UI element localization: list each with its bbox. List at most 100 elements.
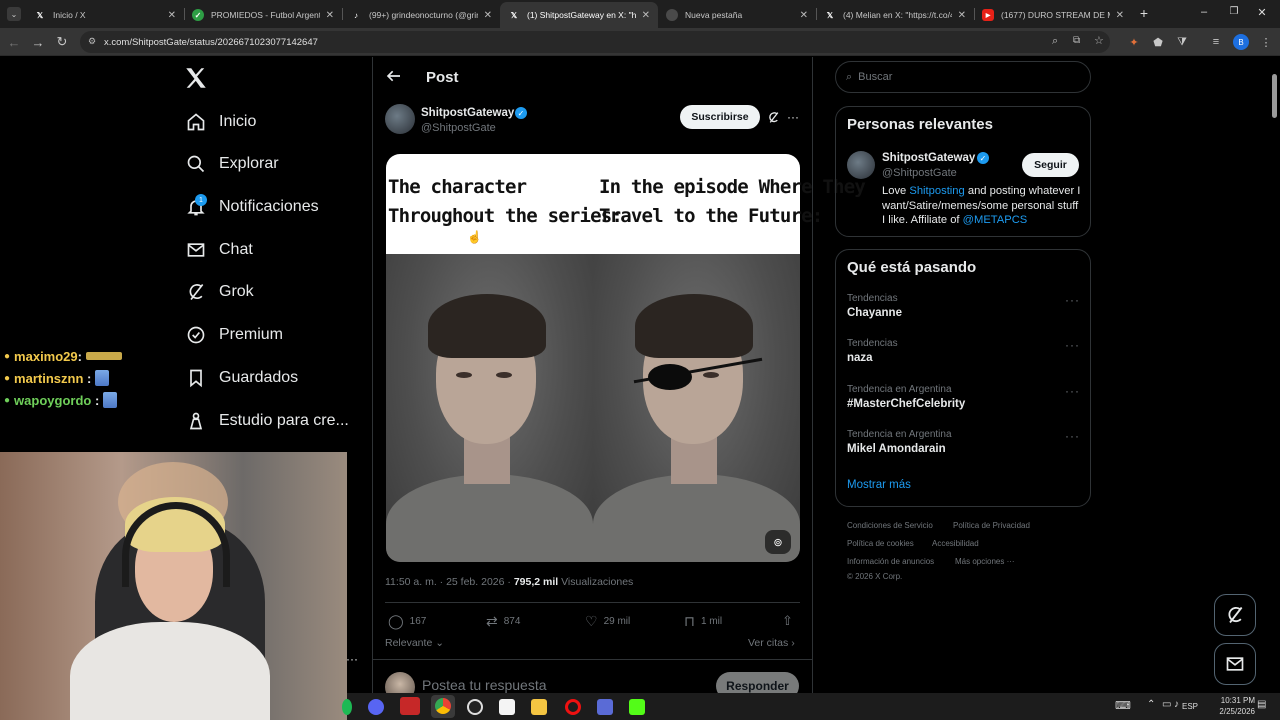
footer-link-privacy[interactable]: Política de Privacidad: [953, 521, 1030, 530]
scrollbar-thumb[interactable]: [1272, 74, 1277, 118]
footer-more-options[interactable]: Más opciones ···: [955, 557, 1015, 566]
bookmark-button[interactable]: ⊓ 1 mil: [684, 612, 722, 630]
nav-item-creator-studio[interactable]: Estudio para cre...: [185, 405, 349, 437]
show-hidden-icons[interactable]: ⌃: [1147, 699, 1155, 710]
spotify-icon[interactable]: [342, 699, 352, 715]
trend-item[interactable]: Tendencia en Argentina Mikel Amondarain …: [847, 429, 1082, 463]
reload-icon[interactable]: ↻: [53, 33, 71, 51]
page-scrollbar[interactable]: [1270, 64, 1278, 684]
address-bar[interactable]: ⚙ x.com/ShitpostGate/status/202667102307…: [80, 31, 1110, 53]
repost-button[interactable]: ⇄ 874: [486, 612, 520, 630]
nav-item-bookmarks[interactable]: Guardados: [185, 362, 298, 394]
close-tab-icon[interactable]: ✕: [1116, 10, 1124, 21]
x-logo-icon[interactable]: [183, 65, 209, 91]
author-avatar[interactable]: [385, 104, 415, 134]
more-options-icon[interactable]: ···: [1065, 384, 1080, 398]
post-image-photo-left[interactable]: [386, 254, 593, 562]
volume-icon[interactable]: ♪: [1174, 699, 1179, 710]
view-quotes-link[interactable]: Ver citas ›: [748, 637, 795, 649]
file-explorer-icon[interactable]: [531, 699, 547, 715]
trend-item[interactable]: Tendencias naza ···: [847, 338, 1082, 372]
browser-menu-icon[interactable]: ⋮: [1258, 34, 1274, 50]
browser-tab[interactable]: 𝕏 Inicio / X ✕: [26, 2, 184, 28]
capcut-icon[interactable]: [499, 699, 515, 715]
reply-input[interactable]: Postea tu respuesta: [422, 677, 547, 693]
language-indicator[interactable]: ESP: [1182, 702, 1198, 711]
chrome-icon[interactable]: [431, 695, 455, 718]
keyboard-icon[interactable]: ⌨: [1115, 699, 1131, 712]
forward-arrow-icon[interactable]: →: [29, 33, 47, 51]
taskbar-date[interactable]: 2/25/2026: [1207, 707, 1255, 716]
more-options-icon[interactable]: ···: [1065, 429, 1080, 443]
footer-link-accessibility[interactable]: Accesibilidad: [932, 539, 979, 548]
kick-icon[interactable]: [629, 699, 645, 715]
nav-item-grok[interactable]: Grok: [185, 276, 254, 308]
person-handle[interactable]: @ShitpostGate: [882, 167, 957, 179]
voice-app-icon[interactable]: [400, 697, 420, 715]
author-handle[interactable]: @ShitpostGate: [421, 122, 496, 134]
close-tab-icon[interactable]: ✕: [326, 10, 334, 21]
close-tab-icon[interactable]: ✕: [168, 10, 176, 21]
discord-icon[interactable]: [368, 699, 384, 715]
back-arrow-icon[interactable]: [386, 68, 404, 86]
site-info-icon[interactable]: ⚙: [88, 36, 96, 47]
close-tab-icon[interactable]: ✕: [800, 10, 808, 21]
footer-link-terms[interactable]: Condiciones de Servicio: [847, 521, 933, 530]
close-tab-icon[interactable]: ✕: [642, 10, 650, 21]
more-options-icon[interactable]: ···: [787, 110, 799, 124]
extensions-puzzle-icon[interactable]: ⧩: [1174, 34, 1190, 50]
zoom-icon[interactable]: ⌕: [1052, 35, 1058, 48]
back-arrow-icon[interactable]: ←: [5, 33, 23, 51]
browser-tab[interactable]: ▶ (1677) DURO STREAM DE MEL ✕: [974, 2, 1132, 28]
show-more-link[interactable]: Mostrar más: [847, 479, 911, 491]
subscribe-button[interactable]: Suscribirse: [680, 105, 760, 129]
browser-tab[interactable]: 𝕏 (4) Melian en X: "https://t.co/4 ✕: [816, 2, 974, 28]
tab-search-button[interactable]: ⌄: [7, 7, 21, 21]
minimize-window-button[interactable]: –: [1196, 6, 1212, 22]
browser-tab[interactable]: ✓ PROMIEDOS - Futbol Argentino ✕: [184, 2, 342, 28]
search-box[interactable]: ⌕ Buscar: [835, 61, 1091, 93]
reply-button[interactable]: ◯ 167: [388, 612, 426, 630]
bookmark-star-icon[interactable]: ☆: [1094, 34, 1104, 47]
more-options-icon[interactable]: ···: [1065, 338, 1080, 352]
person-name[interactable]: ShitpostGateway: [882, 152, 975, 164]
trend-item[interactable]: Tendencia en Argentina #MasterChefCelebr…: [847, 384, 1082, 418]
footer-link-cookies[interactable]: Política de cookies: [847, 539, 914, 548]
more-options-icon[interactable]: ···: [346, 652, 358, 666]
obs-icon[interactable]: [467, 699, 483, 715]
network-icon[interactable]: ▭: [1162, 699, 1171, 710]
sort-replies-dropdown[interactable]: Relevante ⌄: [385, 637, 444, 649]
author-name[interactable]: ShitpostGateway: [421, 107, 514, 119]
share-icon[interactable]: ⇧: [782, 612, 793, 630]
browser-tab-active[interactable]: 𝕏 (1) ShitpostGateway en X: "http ✕: [500, 2, 658, 28]
close-tab-icon[interactable]: ✕: [958, 10, 966, 21]
bio-hashtag-link[interactable]: Shitposting: [909, 185, 964, 197]
trend-item[interactable]: Tendencias Chayanne ···: [847, 293, 1082, 327]
nav-item-premium[interactable]: Premium: [185, 319, 283, 351]
install-app-icon[interactable]: ⧉: [1073, 35, 1080, 46]
messages-floating-button[interactable]: [1214, 643, 1256, 685]
new-tab-button[interactable]: +: [1136, 5, 1152, 21]
person-avatar[interactable]: [847, 151, 875, 179]
bio-mention-link[interactable]: @METAPCS: [963, 214, 1028, 226]
maximize-window-button[interactable]: ❐: [1226, 6, 1242, 22]
footer-link-ads-info[interactable]: Información de anuncios: [847, 557, 934, 566]
grok-icon[interactable]: [767, 111, 781, 125]
grok-floating-button[interactable]: [1214, 594, 1256, 636]
media-controls-icon[interactable]: ≡: [1208, 34, 1224, 50]
nav-item-explore[interactable]: Explorar: [185, 148, 279, 180]
opera-icon[interactable]: [565, 699, 581, 715]
app-icon[interactable]: [597, 699, 613, 715]
extension-fox-icon[interactable]: ✦: [1126, 34, 1142, 50]
post-image-photo-right[interactable]: [593, 254, 800, 562]
taskbar-time[interactable]: 10:31 PM: [1207, 696, 1255, 705]
follow-button[interactable]: Seguir: [1022, 153, 1079, 177]
notifications-icon[interactable]: ▤: [1257, 699, 1266, 710]
image-options-icon[interactable]: ⊚: [765, 530, 791, 554]
close-tab-icon[interactable]: ✕: [484, 10, 492, 21]
like-button[interactable]: ♡ 29 mil: [585, 612, 630, 630]
profile-avatar[interactable]: B: [1233, 34, 1249, 50]
more-options-icon[interactable]: ···: [1065, 293, 1080, 307]
extension-icon[interactable]: ⬟: [1150, 34, 1166, 50]
browser-tab[interactable]: Nueva pestaña ✕: [658, 2, 816, 28]
